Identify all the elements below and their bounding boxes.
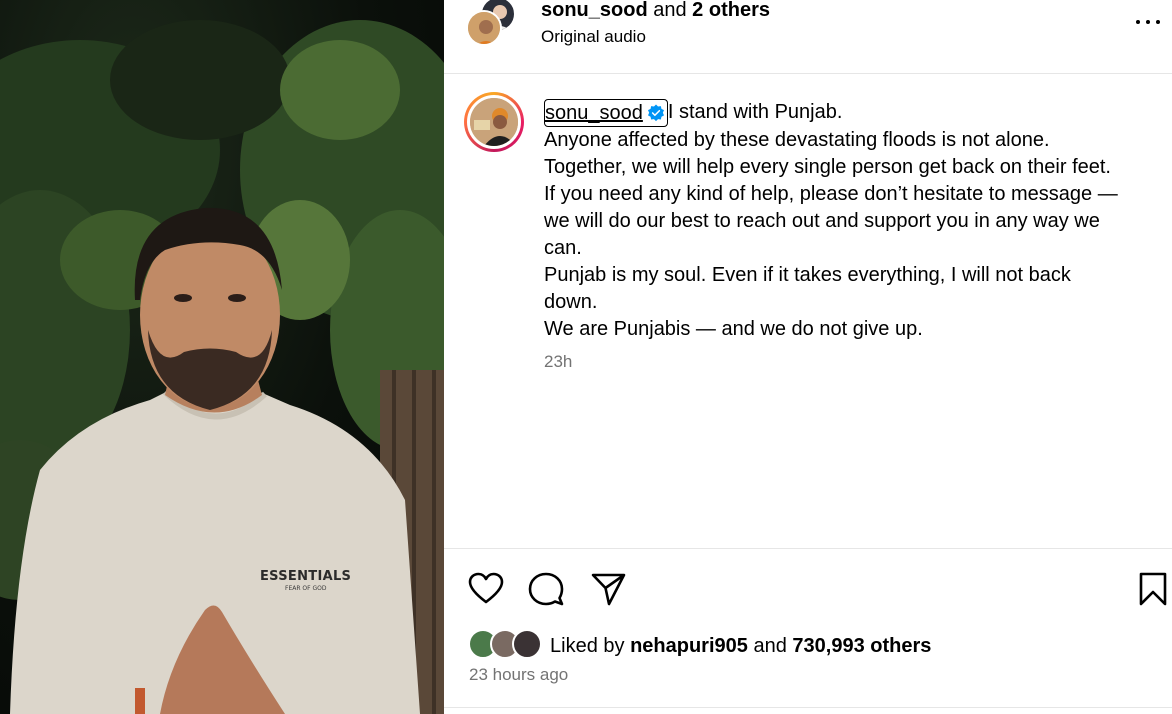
caption-line-2: Anyone affected by these devastating flo… [544,129,1050,151]
caption-line-8: down. [544,291,598,313]
post-media[interactable]: ESSENTIALS FEAR OF GOD [0,0,444,714]
liked-by-and: and [753,635,787,657]
likes-count-link[interactable]: 730,993 others [792,635,931,657]
caption-username[interactable]: sonu_sood [545,102,643,124]
media-illustration [0,20,444,714]
header-others[interactable]: 2 others [692,0,770,21]
heart-icon[interactable] [468,571,504,607]
caption-line-6: can. [544,237,582,259]
bookmark-icon[interactable] [1138,571,1168,607]
post-header: sonu_sood and 2 others Original audio [444,0,1172,74]
comment-icon[interactable] [528,571,564,607]
original-audio-link[interactable]: Original audio [541,26,646,48]
shirt-brand-subtext: FEAR OF GOD [285,585,327,592]
liked-by-user[interactable]: nehapuri905 [630,635,748,657]
post-actions: Liked by nehapuri905 and 730,993 others … [444,548,1172,714]
collab-avatars[interactable] [466,0,518,48]
caption-line-9: We are Punjabis — and we do not give up. [544,318,923,340]
more-options-icon[interactable] [1134,10,1162,34]
header-and: and [653,0,687,21]
shirt-brand-text: ESSENTIALS [260,569,352,584]
caption-avatar[interactable] [464,92,524,152]
liked-by-text: Liked by nehapuri905 and 730,993 others [550,633,931,659]
header-title: sonu_sood and 2 others [541,0,770,22]
caption-line-1: I stand with Punjab. [667,101,843,123]
caption-username-link[interactable]: sonu_sood [544,99,668,127]
header-username[interactable]: sonu_sood [541,0,648,21]
avatar[interactable] [512,629,542,659]
post-details-panel: sonu_sood and 2 others Original audio so… [444,0,1172,714]
likes-summary: Liked by nehapuri905 and 730,993 others [468,629,1168,661]
post-caption: sonu_sood I stand with Punjab. Anyone af… [544,99,1154,343]
liked-by-prefix: Liked by [550,635,625,657]
post-timestamp[interactable]: 23 hours ago [469,665,568,685]
caption-line-4: If you need any kind of help, please don… [544,183,1118,205]
avatar[interactable] [466,10,502,46]
verified-badge-icon [647,104,664,122]
caption-line-5: we will do our best to reach out and sup… [544,210,1100,232]
caption-line-3: Together, we will help every single pers… [544,156,1111,178]
divider [444,707,1172,708]
share-icon[interactable] [590,571,626,607]
caption-timestamp[interactable]: 23h [544,352,572,372]
caption-line-7: Punjab is my soul. Even if it takes ever… [544,264,1071,286]
